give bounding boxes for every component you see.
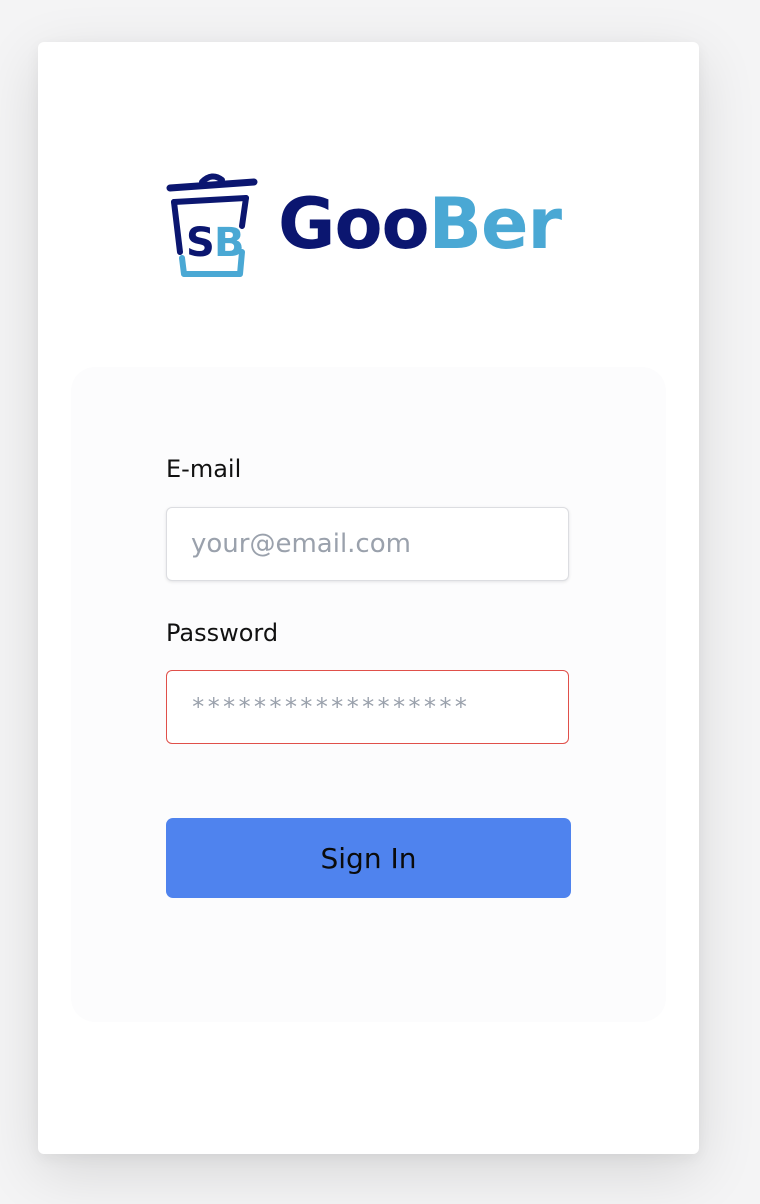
brand-name-part2: Ber bbox=[428, 183, 562, 265]
password-label: Password bbox=[166, 619, 279, 647]
brand-logo: S B GooBer bbox=[166, 170, 566, 278]
password-field[interactable] bbox=[166, 670, 569, 744]
email-field[interactable] bbox=[166, 507, 569, 581]
login-form: E-mail Password Sign In bbox=[71, 367, 666, 1022]
email-label: E-mail bbox=[166, 455, 242, 483]
svg-text:B: B bbox=[214, 220, 245, 266]
svg-text:S: S bbox=[186, 220, 215, 266]
login-card: S B GooBer E-mail Password Sign In bbox=[38, 42, 699, 1154]
brand-name-part1: Goo bbox=[278, 183, 430, 265]
trash-bin-sb-icon: S B bbox=[166, 173, 258, 277]
sign-in-button[interactable]: Sign In bbox=[166, 818, 571, 898]
brand-name: GooBer bbox=[278, 189, 562, 259]
